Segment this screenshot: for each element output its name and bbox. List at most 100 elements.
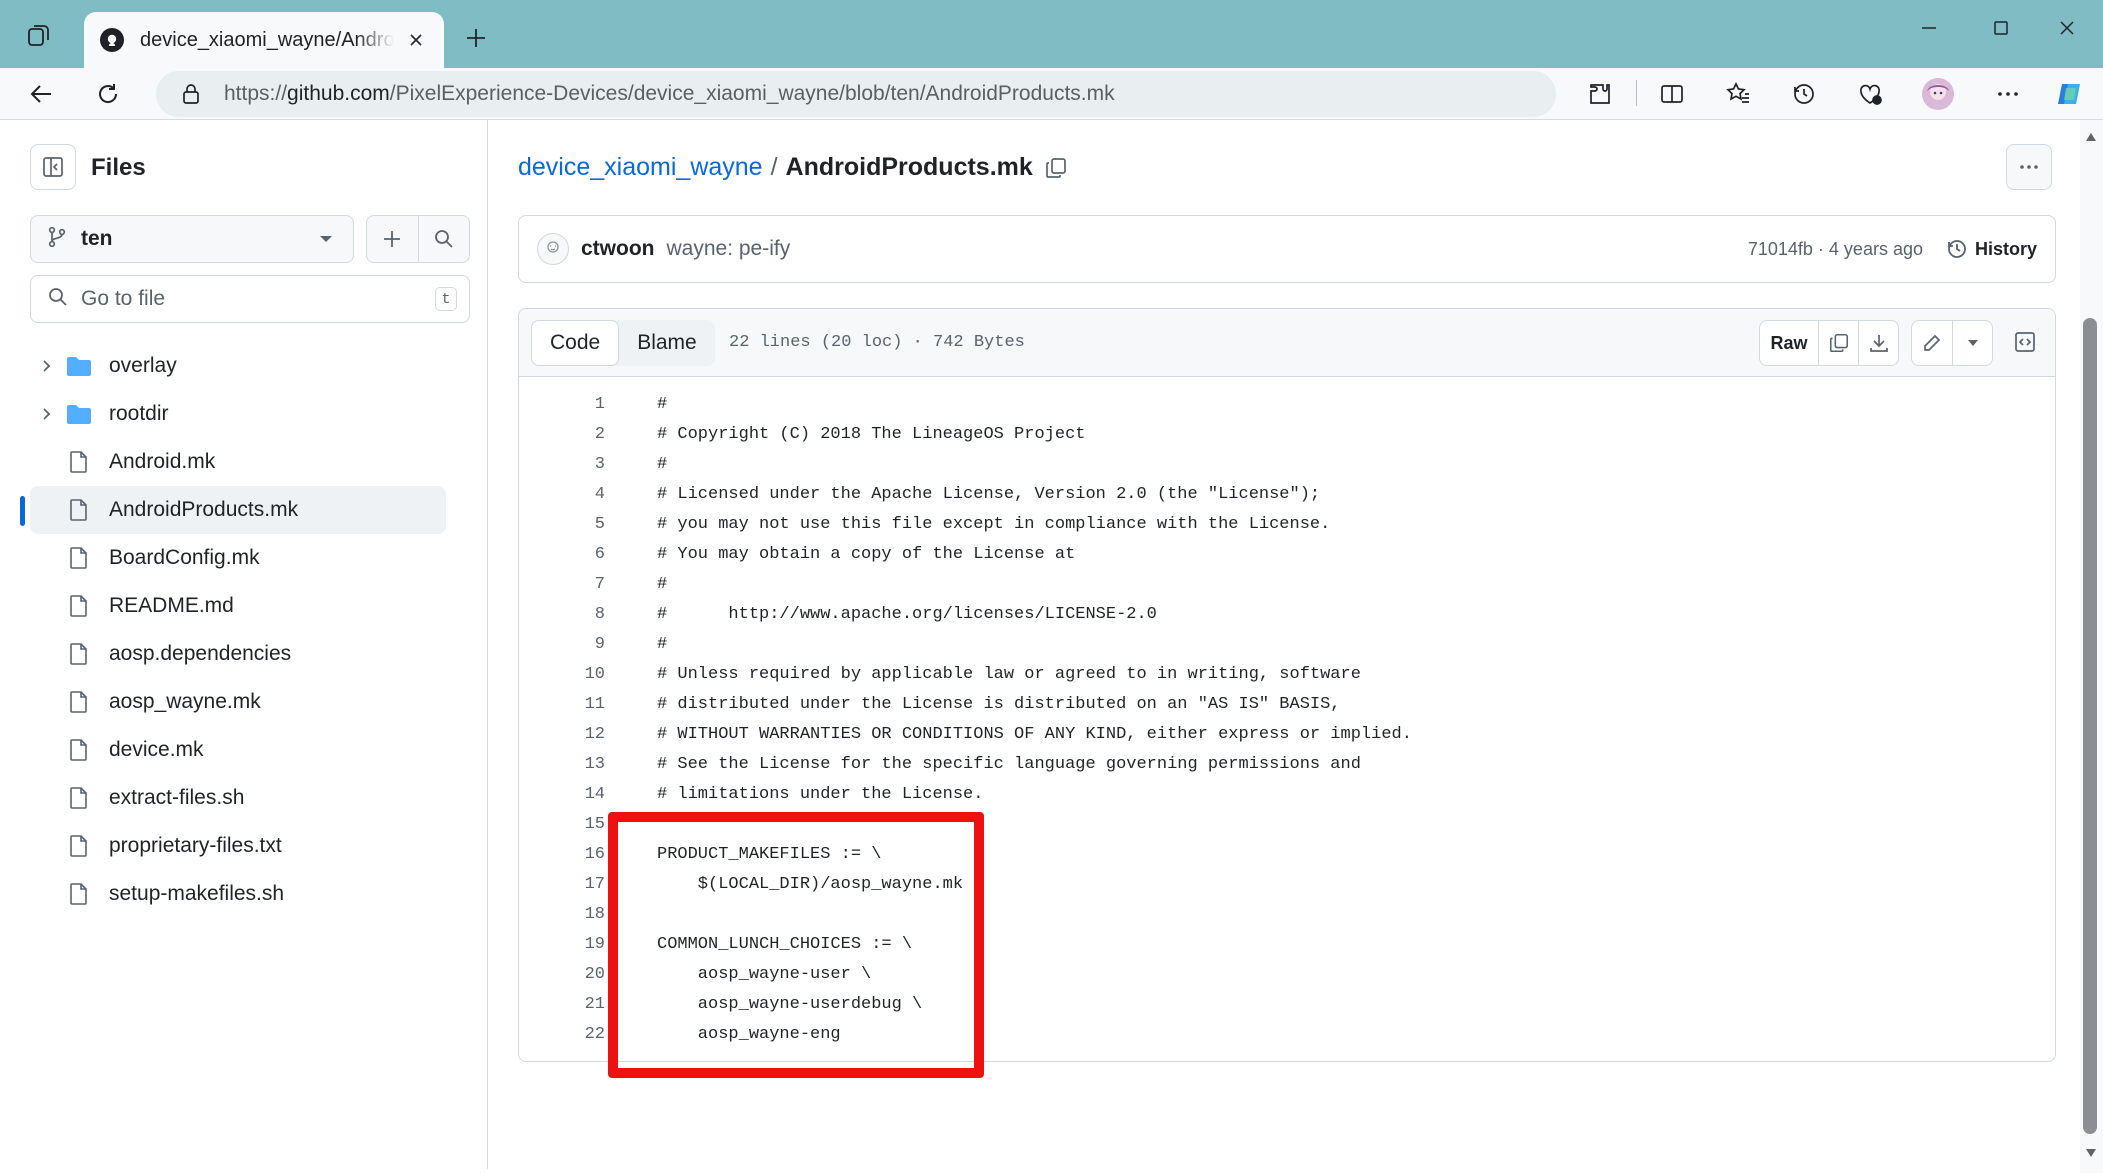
browser-essentials-icon[interactable] <box>1848 72 1892 116</box>
url-text[interactable]: https://github.com/PixelExperience-Devic… <box>224 82 1115 106</box>
address-bar[interactable]: https://github.com/PixelExperience-Devic… <box>156 71 1556 117</box>
tree-item-label: BoardConfig.mk <box>109 546 260 569</box>
profile-avatar[interactable] <box>1916 72 1960 116</box>
line-number[interactable]: 21 <box>519 995 605 1014</box>
minimize-icon[interactable] <box>1906 10 1952 46</box>
line-number[interactable]: 19 <box>519 935 605 954</box>
new-tab-icon[interactable] <box>458 20 494 56</box>
tree-item-label: aosp.dependencies <box>109 642 292 665</box>
close-tab-icon[interactable] <box>404 28 428 52</box>
maximize-icon[interactable] <box>1978 10 2024 46</box>
extensions-icon[interactable] <box>1578 72 1622 116</box>
more-options-button[interactable] <box>2006 144 2052 190</box>
line-content: # <box>657 454 668 474</box>
tab-blame[interactable]: Blame <box>619 320 715 366</box>
tree-file-item[interactable]: Android.mk <box>30 438 446 486</box>
line-number[interactable]: 12 <box>519 725 605 744</box>
line-number[interactable]: 17 <box>519 875 605 894</box>
line-number[interactable]: 10 <box>519 665 605 684</box>
code-line: 9 # <box>519 629 2055 659</box>
favorites-icon[interactable] <box>1716 72 1760 116</box>
edit-options-chevron-icon[interactable] <box>1952 321 1992 365</box>
tree-item-label: proprietary-files.txt <box>109 834 282 857</box>
tree-file-item[interactable]: setup-makefiles.sh <box>30 870 446 918</box>
add-file-button[interactable] <box>367 216 418 262</box>
symbols-panel-icon[interactable] <box>2005 320 2045 364</box>
line-number[interactable]: 2 <box>519 425 605 444</box>
copilot-icon[interactable] <box>2048 72 2092 116</box>
go-to-file-input[interactable] <box>81 287 435 311</box>
lock-icon[interactable] <box>180 83 202 105</box>
edit-pencil-icon[interactable] <box>1912 321 1952 365</box>
line-number[interactable]: 16 <box>519 845 605 864</box>
back-icon[interactable] <box>20 72 64 116</box>
breadcrumb-repo-link[interactable]: device_xiaomi_wayne <box>518 153 763 182</box>
file-stats: 22 lines (20 loc) · 742 Bytes <box>729 333 1025 352</box>
commit-message[interactable]: wayne: pe-ify <box>667 237 1748 261</box>
commit-author[interactable]: ctwoon <box>581 237 655 261</box>
raw-button[interactable]: Raw <box>1760 321 1818 365</box>
line-number[interactable]: 3 <box>519 455 605 474</box>
tree-file-item[interactable]: aosp_wayne.mk <box>30 678 446 726</box>
code-line: 13 # See the License for the specific lan… <box>519 749 2055 779</box>
page-scrollbar-thumb[interactable] <box>2083 318 2097 1134</box>
chevron-down-icon <box>311 234 341 244</box>
code-line: 4 # Licensed under the Apache License, Ve… <box>519 479 2055 509</box>
code-line: 12 # WITHOUT WARRANTIES OR CONDITIONS OF … <box>519 719 2055 749</box>
tree-file-item[interactable]: device.mk <box>30 726 446 774</box>
history-browser-icon[interactable] <box>1782 72 1826 116</box>
tab-actions-icon[interactable] <box>18 18 60 54</box>
chevron-right-icon[interactable] <box>34 402 58 426</box>
close-window-icon[interactable] <box>2044 10 2090 46</box>
line-number[interactable]: 9 <box>519 635 605 654</box>
tree-folder-item[interactable]: rootdir <box>30 390 446 438</box>
chevron-right-icon[interactable] <box>34 354 58 378</box>
line-number[interactable]: 20 <box>519 965 605 984</box>
tab-code[interactable]: Code <box>531 320 620 366</box>
scroll-up-icon[interactable] <box>2082 128 2100 146</box>
scroll-down-icon[interactable] <box>2082 1144 2100 1162</box>
copy-path-icon[interactable] <box>1043 155 1069 181</box>
line-number[interactable]: 1 <box>519 395 605 414</box>
line-number[interactable]: 13 <box>519 755 605 774</box>
branch-selector[interactable]: ten <box>30 215 354 263</box>
tree-item-label: README.md <box>109 594 234 617</box>
collapse-sidebar-button[interactable] <box>30 144 76 190</box>
search-code-button[interactable] <box>417 216 469 262</box>
copy-raw-icon[interactable] <box>1818 321 1858 365</box>
tree-folder-item[interactable]: overlay <box>30 342 446 390</box>
line-number[interactable]: 18 <box>519 905 605 924</box>
line-number[interactable]: 15 <box>519 815 605 834</box>
commit-meta[interactable]: 71014fb · 4 years ago <box>1748 239 1923 260</box>
tree-file-item[interactable]: README.md <box>30 582 446 630</box>
code-line: 3 # <box>519 449 2055 479</box>
tree-file-item[interactable]: BoardConfig.mk <box>30 534 446 582</box>
author-avatar[interactable] <box>537 233 569 265</box>
line-number[interactable]: 4 <box>519 485 605 504</box>
tree-item-label: AndroidProducts.mk <box>109 498 299 521</box>
line-number[interactable]: 14 <box>519 785 605 804</box>
latest-commit-bar: ctwoon wayne: pe-ify 71014fb · 4 years a… <box>518 215 2056 283</box>
tree-file-item[interactable]: AndroidProducts.mk <box>20 486 446 534</box>
tree-file-item[interactable]: proprietary-files.txt <box>30 822 446 870</box>
refresh-icon[interactable] <box>86 72 130 116</box>
settings-more-icon[interactable] <box>1986 72 2030 116</box>
line-number[interactable]: 8 <box>519 605 605 624</box>
line-number[interactable]: 22 <box>519 1025 605 1044</box>
file-icon <box>66 641 92 667</box>
tree-file-item[interactable]: extract-files.sh <box>30 774 446 822</box>
code-line: 10 # Unless required by applicable law or… <box>519 659 2055 689</box>
file-icon <box>66 545 92 571</box>
go-to-file-field[interactable]: t <box>30 275 470 323</box>
browser-tab[interactable]: device_xiaomi_wayne/AndroidProducts.mk <box>84 12 444 68</box>
highlight-box <box>608 812 984 1078</box>
line-number[interactable]: 7 <box>519 575 605 594</box>
line-number[interactable]: 11 <box>519 695 605 714</box>
download-icon[interactable] <box>1858 321 1898 365</box>
tree-file-item[interactable]: aosp.dependencies <box>30 630 446 678</box>
history-button[interactable]: History <box>1945 237 2037 261</box>
line-number[interactable]: 6 <box>519 545 605 564</box>
split-screen-icon[interactable] <box>1650 72 1694 116</box>
line-number[interactable]: 5 <box>519 515 605 534</box>
line-content: # Copyright (C) 2018 The LineageOS Proje… <box>657 424 1086 444</box>
